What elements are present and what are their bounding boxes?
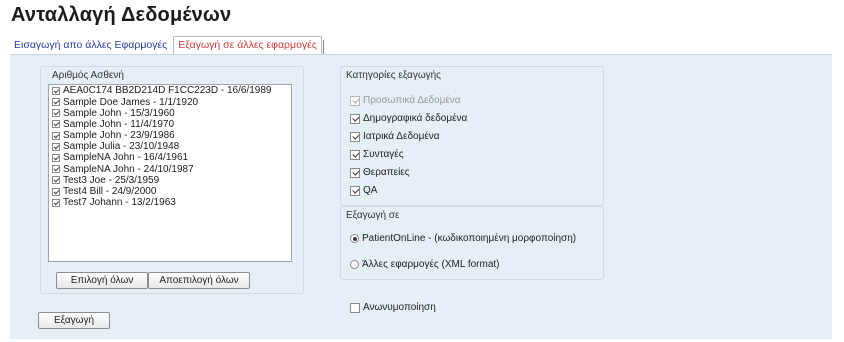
patient-label: Sample John - 15/3/1960 [63,107,175,119]
categories-group-label: Κατηγορίες εξαγωγής [346,70,442,81]
category-qa[interactable]: QA [350,185,377,196]
checkbox[interactable] [52,98,60,107]
list-item[interactable]: Test3 Joe - 25/3/1959 [49,175,291,186]
checkbox[interactable] [52,165,60,174]
tab-divider [322,40,326,54]
data-exchange-page: Ανταλλαγή Δεδομένων Εισαγωγή απο άλλες Ε… [0,0,844,342]
patients-group-label: Αριθμός Ασθενή [52,70,124,81]
category-demographic[interactable]: Δημογραφικά δεδομένα [350,113,467,124]
checkbox[interactable] [350,302,360,313]
list-item[interactable]: SampleNA John - 16/4/1961 [49,152,291,164]
radio-button[interactable] [350,234,359,243]
anonymize-label: Ανωνυμοποίηση [363,302,436,313]
category-prescriptions[interactable]: Συνταγές [350,149,404,160]
checkbox[interactable] [52,176,60,185]
checkbox[interactable] [350,167,360,178]
checkbox[interactable] [52,109,60,118]
patient-label: Test4 Bill - 24/9/2000 [63,186,157,198]
patient-label: Sample Julia - 23/10/1948 [63,141,180,153]
checkbox[interactable] [52,142,60,151]
patient-label: Test3 Joe - 25/3/1959 [63,174,160,186]
tab-export[interactable]: Εξαγωγή σε άλλες εφαρμογές [173,36,322,54]
list-item[interactable]: Test7 Johann - 13/2/1963 [49,197,291,208]
list-item[interactable]: Sample John - 11/4/1970 [49,119,291,130]
list-item[interactable]: SampleNA John - 24/10/1987 [49,164,291,175]
checkbox[interactable] [350,149,360,160]
list-item[interactable]: Sample Doe James - 1/1/1920 [49,97,291,108]
patient-label: SampleNA John - 24/10/1987 [63,163,194,175]
list-item[interactable]: Test4 Bill - 24/9/2000 [49,186,291,197]
list-item[interactable]: Sample John - 15/3/1960 [49,108,291,119]
anonymize-option[interactable]: Ανωνυμοποίηση [350,302,436,313]
checkbox [350,95,360,106]
tab-bar: Εισαγωγή απο άλλες Εφαρμογές Εξαγωγή σε … [10,36,326,54]
category-personal-data: Προσωπικά Δεδομένα [350,95,461,106]
checkbox[interactable] [350,185,360,196]
patient-label: Test7 Johann - 13/2/1963 [63,197,176,209]
checkbox[interactable] [350,131,360,142]
category-label: Δημογραφικά δεδομένα [363,113,468,124]
patient-label: Sample John - 23/9/1986 [63,130,175,142]
checkbox[interactable] [52,86,60,95]
category-label: Θεραπείες [363,167,410,178]
list-item[interactable]: AEA0C174 BB2D214D F1CC223D - 16/6/1989 [49,85,291,97]
category-therapies[interactable]: Θεραπείες [350,167,410,178]
category-label: Ιατρικά Δεδομένα [363,131,440,142]
checkbox[interactable] [52,198,60,207]
export-button[interactable]: Εξαγωγή [38,312,110,329]
export-option-xml[interactable]: Άλλες εφαρμογές (XML format) [350,259,500,270]
select-all-button[interactable]: Επιλογή όλων [56,272,148,289]
checkbox[interactable] [52,153,60,162]
radio-button[interactable] [350,260,359,269]
category-label: Συνταγές [363,149,404,160]
category-medical[interactable]: Ιατρικά Δεδομένα [350,131,440,142]
category-label: Προσωπικά Δεδομένα [363,95,461,106]
patient-label: SampleNA John - 16/4/1961 [63,152,189,164]
patient-list[interactable]: AEA0C174 BB2D214D F1CC223D - 16/6/1989 S… [48,84,292,262]
export-option-patientonline[interactable]: PatientOnLine - (κωδικοποιημένη μορφοποί… [350,233,576,244]
checkbox[interactable] [52,187,60,196]
page-title: Ανταλλαγή Δεδομένων [11,4,232,26]
tab-import[interactable]: Εισαγωγή απο άλλες Εφαρμογές [10,37,171,54]
patient-label: Sample Doe James - 1/1/1920 [63,96,199,108]
option-label: PatientOnLine - (κωδικοποιημένη μορφοποί… [362,233,577,244]
list-item[interactable]: Sample John - 23/9/1986 [49,130,291,141]
option-label: Άλλες εφαρμογές (XML format) [362,259,500,270]
list-item[interactable]: Sample Julia - 23/10/1948 [49,141,291,152]
checkbox[interactable] [350,113,360,124]
checkbox[interactable] [52,120,60,129]
patient-label: AEA0C174 BB2D214D F1CC223D - 16/6/1989 [63,85,272,97]
checkbox[interactable] [52,131,60,140]
deselect-all-button[interactable]: Αποεπιλογή όλων [148,272,250,289]
export-to-group-label: Εξαγωγή σε [346,210,400,221]
category-label: QA [363,185,378,196]
patient-label: Sample John - 11/4/1970 [63,118,175,130]
